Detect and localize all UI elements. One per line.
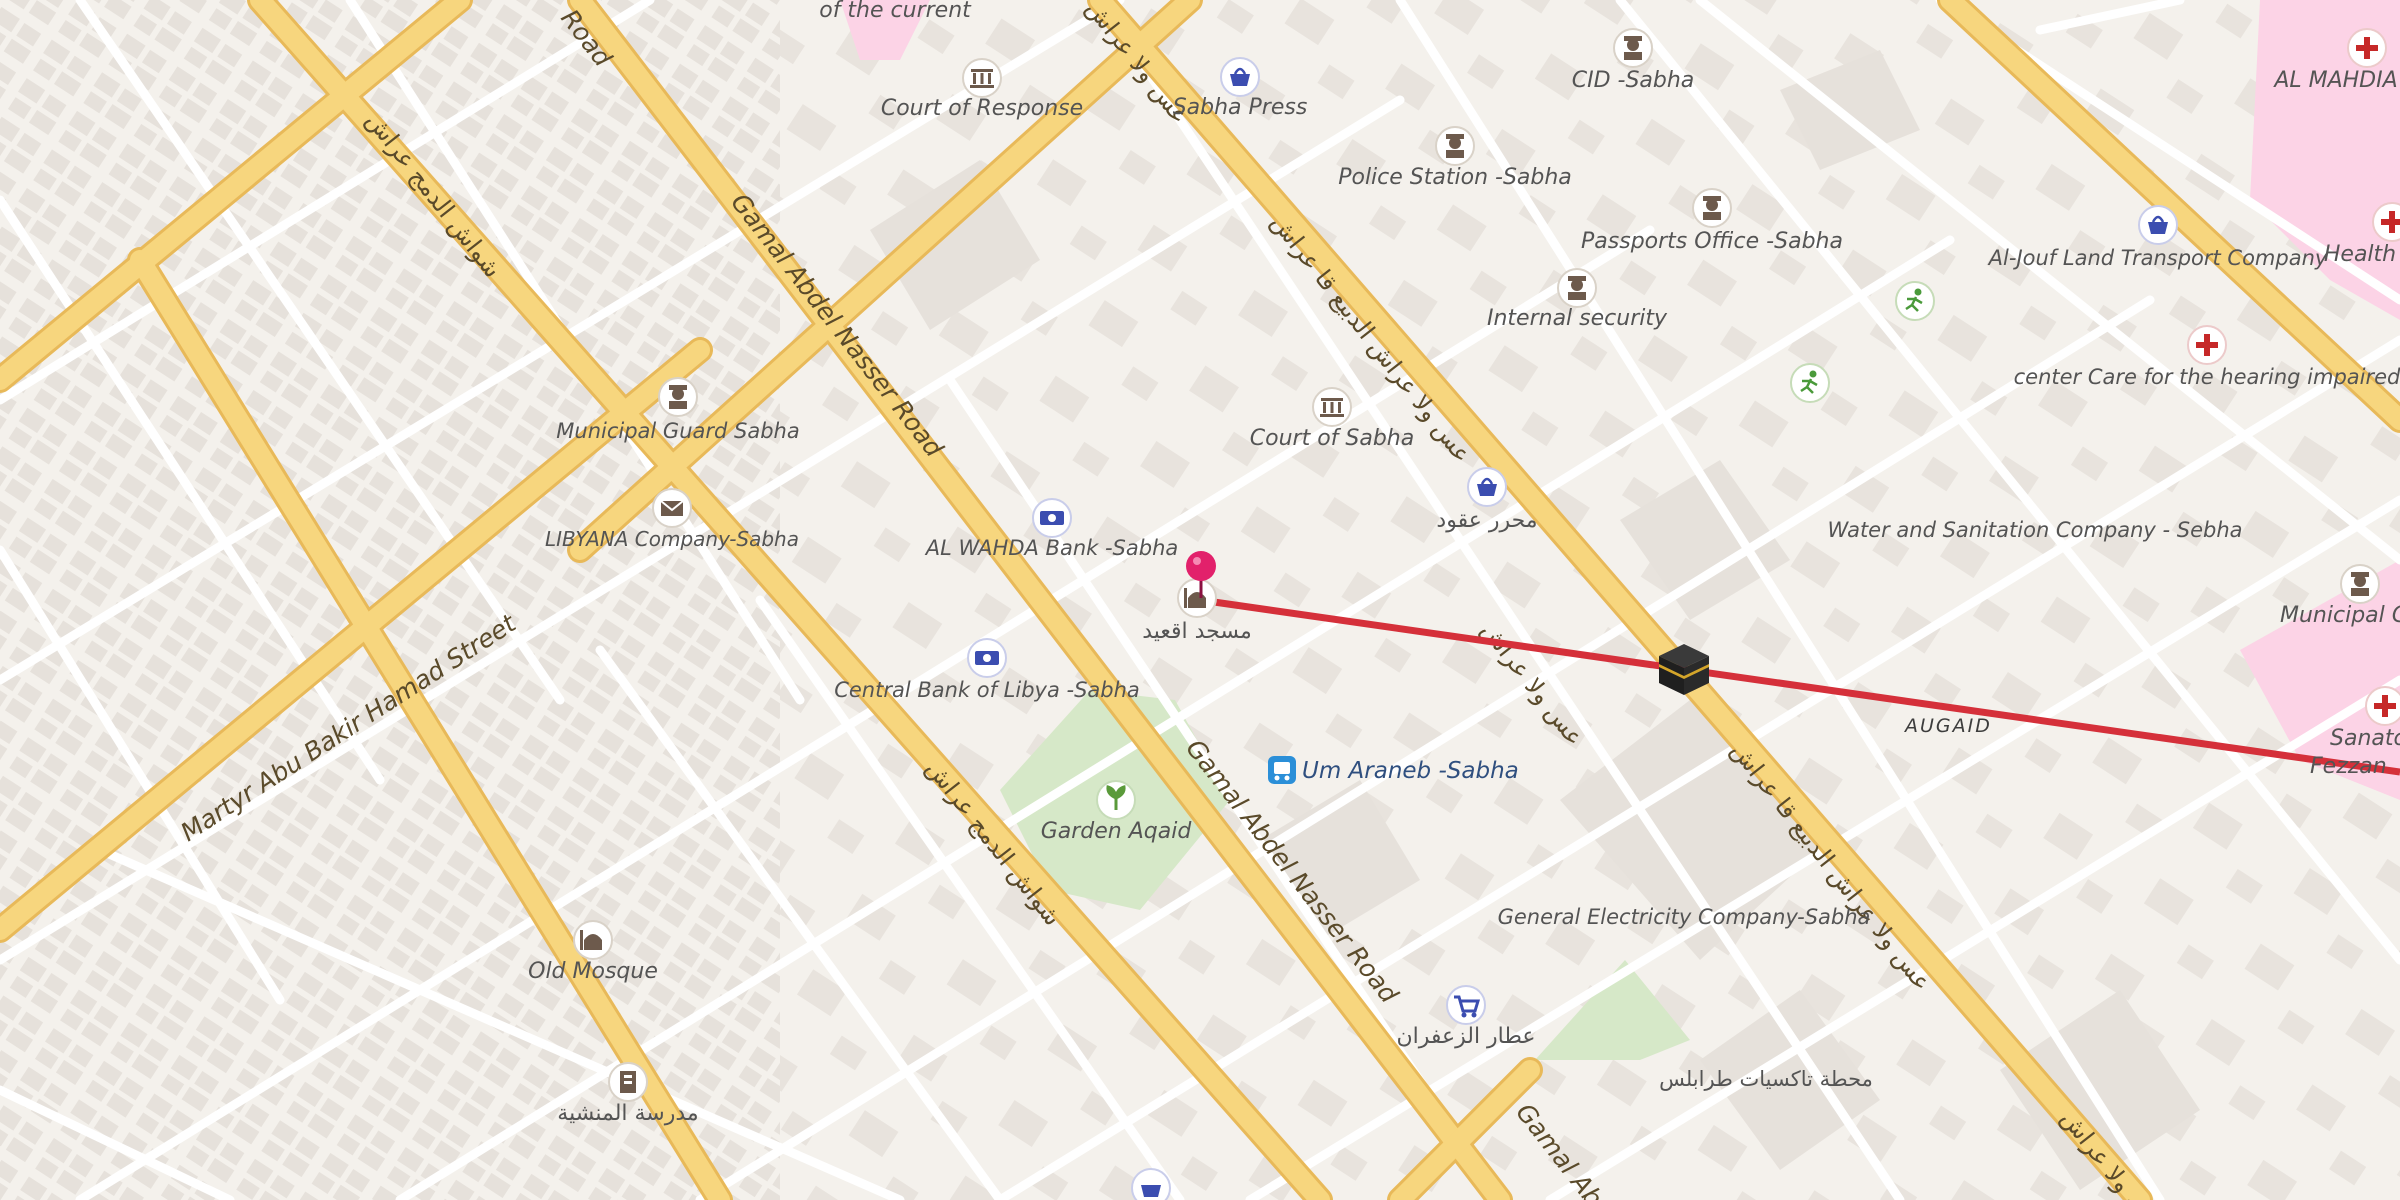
poi-label[interactable]: of the current bbox=[819, 0, 972, 23]
poi-label[interactable]: Central Bank of Libya -Sabha bbox=[834, 678, 1140, 702]
school-icon[interactable] bbox=[608, 1062, 648, 1102]
poi-label[interactable]: General Electricity Company-Sabha bbox=[1498, 905, 1871, 929]
post-icon[interactable] bbox=[652, 488, 692, 528]
area-label: AUGAID bbox=[1903, 715, 1992, 737]
garden-icon[interactable] bbox=[1096, 780, 1136, 820]
police-icon[interactable] bbox=[1692, 188, 1732, 228]
poi-label[interactable]: Passports Office -Sabha bbox=[1581, 229, 1843, 254]
hospital-icon[interactable] bbox=[2365, 686, 2400, 726]
poi-label[interactable]: Water and Sanitation Company - Sebha bbox=[1827, 518, 2242, 542]
bank-icon[interactable] bbox=[1032, 498, 1072, 538]
bank-icon[interactable] bbox=[967, 638, 1007, 678]
runner-icon[interactable] bbox=[1895, 281, 1935, 321]
police-icon[interactable] bbox=[1435, 126, 1475, 166]
shop-icon[interactable] bbox=[1131, 1168, 1171, 1200]
poi-label[interactable]: مسجد اقعيد bbox=[1142, 619, 1252, 644]
police-icon[interactable] bbox=[658, 377, 698, 417]
courthouse-icon[interactable] bbox=[962, 58, 1002, 98]
poi-label[interactable]: Municipal G bbox=[2280, 603, 2400, 628]
police-icon[interactable] bbox=[2340, 564, 2380, 604]
cart-icon[interactable] bbox=[1446, 985, 1486, 1025]
poi-label[interactable]: Sabha Press bbox=[1173, 95, 1308, 120]
poi-label[interactable]: LIBYANA Company-Sabha bbox=[545, 527, 799, 551]
poi-label[interactable]: Court of Sabha bbox=[1250, 426, 1414, 451]
hospital-icon[interactable] bbox=[2187, 325, 2227, 365]
poi-label[interactable]: محطة تاكسيات طرابلس bbox=[1659, 1067, 1873, 1091]
bus-icon[interactable] bbox=[1268, 756, 1296, 784]
shop-icon[interactable] bbox=[1220, 57, 1260, 97]
runner-icon[interactable] bbox=[1790, 363, 1830, 403]
poi-label[interactable]: Court of Response bbox=[881, 96, 1083, 121]
poi-label[interactable]: Municipal Guard Sabha bbox=[556, 419, 799, 443]
poi-label[interactable]: AL WAHDA Bank -Sabha bbox=[924, 536, 1179, 560]
poi-label[interactable]: Um Araneb -Sabha bbox=[1302, 758, 1519, 784]
shop-icon[interactable] bbox=[2138, 205, 2178, 245]
courthouse-icon[interactable] bbox=[1312, 387, 1352, 427]
poi-label[interactable]: Health bbox=[2324, 242, 2396, 267]
poi-label[interactable]: CID -Sabha bbox=[1572, 68, 1695, 93]
police-icon[interactable] bbox=[1557, 268, 1597, 308]
map-canvas[interactable]: Gamal Abdel Nasser Road Gamal Abdel Nass… bbox=[0, 0, 2400, 1200]
poi-label[interactable]: مدرسة المنشية bbox=[557, 1101, 698, 1126]
poi-label[interactable]: Al-Jouf Land Transport Company bbox=[1987, 246, 2328, 270]
poi-label[interactable]: Old Mosque bbox=[528, 959, 658, 984]
hospital-icon[interactable] bbox=[2347, 28, 2387, 68]
mosque-icon[interactable] bbox=[1177, 578, 1217, 618]
poi-label[interactable]: Internal security bbox=[1487, 306, 1668, 331]
poi-label[interactable]: محرر عقود bbox=[1436, 508, 1537, 533]
poi-label[interactable]: AL MAHDIA bbox=[2272, 68, 2397, 93]
poi-label[interactable]: عطار الزعفران bbox=[1396, 1024, 1535, 1049]
shop-icon[interactable] bbox=[1467, 467, 1507, 507]
poi-label[interactable]: Garden Aqaid bbox=[1041, 819, 1193, 844]
poi-label[interactable]: center Care for the hearing impaired bbox=[2014, 365, 2400, 389]
poi-label[interactable]: Police Station -Sabha bbox=[1338, 165, 1572, 190]
poi-label[interactable]: Fezzan bbox=[2310, 754, 2387, 779]
poi-label[interactable]: Sanato bbox=[2330, 726, 2400, 751]
mosque-icon[interactable] bbox=[573, 920, 613, 960]
police-icon[interactable] bbox=[1613, 28, 1653, 68]
